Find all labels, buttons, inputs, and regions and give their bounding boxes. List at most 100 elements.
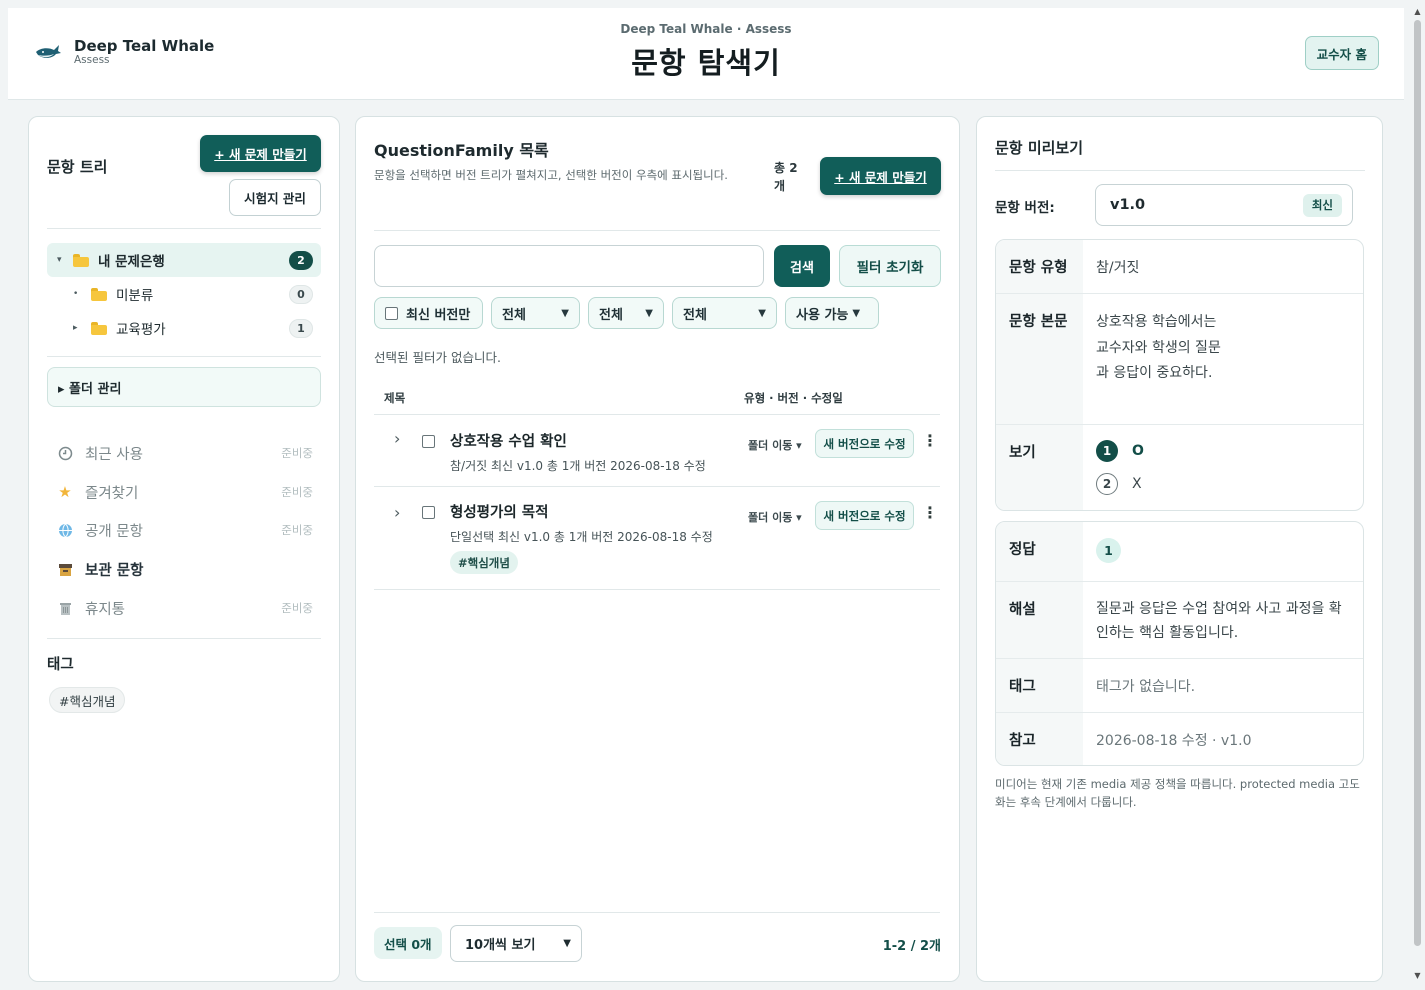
version-value: v1.0	[1110, 197, 1146, 213]
count-badge: 2	[289, 250, 313, 270]
row-title[interactable]: 상호작용 수업 확인	[450, 430, 567, 451]
nav-label: 보관 문항	[85, 562, 144, 579]
caret-right-icon[interactable]: ▸	[73, 323, 91, 333]
divider	[374, 230, 940, 231]
column-title: 제목	[384, 391, 406, 405]
count-badge: 1	[289, 318, 313, 338]
status-filter-select[interactable]: 사용 가능 ▼	[785, 297, 879, 329]
select-value: 전체	[683, 307, 707, 323]
explanation-row: 해설 질문과 응답은 수업 참여와 사고 과정을 확인하는 핵심 활동입니다.	[996, 581, 1363, 658]
tree-item-label: 미분류	[116, 288, 154, 304]
nav-archive[interactable]: 보관 문항	[57, 557, 313, 581]
chevron-right-icon[interactable]: ›	[394, 429, 400, 448]
folder-manage-toggle[interactable]: ▸ 폴더 관리	[47, 367, 321, 407]
type-filter-select[interactable]: 전체 ▼	[491, 297, 580, 329]
reference-value: 2026-08-18 수정 · v1.0	[1096, 733, 1252, 749]
body-row: 문항 본문 상호작용 학습에서는 교수자와 학생의 질문과 응답이 중요하다.	[996, 293, 1363, 424]
row-checkbox[interactable]	[422, 506, 435, 519]
new-problem-button[interactable]: + 새 문제 만들기	[200, 135, 321, 172]
latest-only-label: 최신 버전만	[406, 307, 471, 323]
scroll-down-icon[interactable]: ▼	[1413, 972, 1422, 980]
options-row: 보기 1 O 2 X	[996, 424, 1363, 510]
new-problem-button[interactable]: + 새 문제 만들기	[820, 157, 941, 195]
new-version-button[interactable]: 새 버전으로 수정	[815, 429, 914, 458]
app-header: Deep Teal Whale Assess Deep Teal Whale ·…	[8, 8, 1404, 100]
divider	[995, 170, 1365, 171]
tree-item-my-bank[interactable]: ▾ 내 문제은행 2	[47, 243, 321, 277]
scrollbar-thumb[interactable]	[1414, 20, 1421, 946]
select-value: 전체	[599, 307, 623, 323]
search-button[interactable]: 검색	[774, 245, 830, 287]
question-card: 문항 유형 참/거짓 문항 본문 상호작용 학습에서는 교수자와 학생의 질문과…	[995, 239, 1364, 511]
row-checkbox[interactable]	[422, 435, 435, 448]
chevron-right-icon[interactable]: ›	[394, 503, 400, 522]
type-row: 문항 유형 참/거짓	[996, 240, 1363, 293]
body-value: 상호작용 학습에서는 교수자와 학생의 질문과 응답이 중요하다.	[1096, 314, 1221, 381]
more-menu-icon[interactable]: ⋮	[922, 431, 938, 450]
row-tag[interactable]: #핵심개념	[450, 551, 518, 574]
exam-manage-button[interactable]: 시험지 관리	[229, 179, 321, 216]
coming-soon-label: 준비중	[281, 523, 313, 537]
table-row[interactable]: › 형성평가의 목적 단일선택 최신 v1.0 총 1개 버전 2026-08-…	[374, 486, 940, 590]
tags-title: 태그	[47, 657, 74, 673]
options-label: 보기	[996, 425, 1083, 510]
option-text: X	[1132, 476, 1142, 492]
option-text: O	[1132, 443, 1144, 459]
row-meta: 단일선택 최신 v1.0 총 1개 버전 2026-08-18 수정	[450, 530, 713, 544]
scroll-up-icon[interactable]: ▲	[1413, 8, 1422, 16]
page-title: 문항 탐색기	[631, 46, 781, 80]
chevron-down-icon: ▼	[758, 307, 766, 319]
question-list-panel: QuestionFamily 목록 문항을 선택하면 버전 트리가 펼쳐지고, …	[355, 116, 960, 982]
search-input[interactable]	[374, 245, 764, 287]
divider	[47, 228, 321, 229]
list-title: QuestionFamily 목록	[374, 141, 549, 160]
tree-item-label: 교육평가	[116, 322, 166, 338]
divider	[374, 589, 940, 590]
professor-home-button[interactable]: 교수자 홈	[1304, 36, 1379, 70]
body-label: 문항 본문	[996, 294, 1083, 424]
nav-label: 휴지통	[85, 601, 126, 618]
chevron-down-icon: ▼	[852, 307, 861, 319]
list-description: 문항을 선택하면 버전 트리가 펼쳐지고, 선택한 버전이 우측에 표시됩니다.	[374, 168, 728, 182]
row-meta: 참/거짓 최신 v1.0 총 1개 버전 2026-08-18 수정	[450, 459, 706, 473]
reference-label: 참고	[996, 713, 1083, 765]
checkbox[interactable]	[385, 306, 398, 320]
nav-label: 최근 사용	[85, 446, 143, 463]
type-value: 참/거짓	[1096, 260, 1140, 276]
nav-favorites[interactable]: ★ 즐겨찾기 준비중	[57, 480, 313, 504]
tag-filter-select[interactable]: 전체 ▼	[672, 297, 777, 329]
nav-recent[interactable]: 최근 사용 준비중	[57, 441, 313, 465]
folder-move-button[interactable]: 폴더 이동 ▾	[748, 437, 802, 453]
archive-icon	[57, 561, 73, 577]
latest-only-filter[interactable]: 최신 버전만	[374, 297, 483, 329]
more-menu-icon[interactable]: ⋮	[922, 503, 938, 522]
preview-title: 문항 미리보기	[995, 139, 1084, 157]
coming-soon-label: 준비중	[281, 446, 313, 460]
version-select[interactable]: v1.0 최신	[1095, 184, 1353, 226]
page-size-select[interactable]: 10개씩 보기 ▼	[450, 925, 582, 962]
row-title[interactable]: 형성평가의 목적	[450, 501, 548, 522]
tags-row: 태그 태그가 없습니다.	[996, 658, 1363, 712]
explanation-value: 질문과 응답은 수업 참여와 사고 과정을 확인하는 핵심 활동입니다.	[1096, 601, 1342, 641]
nav-label: 공개 문항	[85, 523, 143, 540]
folder-move-button[interactable]: 폴더 이동 ▾	[748, 509, 802, 525]
folder-filter-select[interactable]: 전체 ▼	[588, 297, 664, 329]
nav-trash[interactable]: 휴지통 준비중	[57, 596, 313, 620]
option-item: 2 X	[1096, 469, 1351, 499]
select-value: 전체	[502, 307, 526, 323]
clock-icon	[57, 445, 73, 461]
tree-item-unclassified[interactable]: • 미분류 0	[47, 280, 321, 308]
globe-icon	[57, 522, 73, 538]
bullet-icon: •	[73, 289, 79, 299]
answer-card: 정답 1 해설 질문과 응답은 수업 참여와 사고 과정을 확인하는 핵심 활동…	[995, 521, 1364, 766]
new-version-button[interactable]: 새 버전으로 수정	[815, 501, 914, 530]
table-row[interactable]: › 상호작용 수업 확인 참/거짓 최신 v1.0 총 1개 버전 2026-0…	[374, 414, 940, 486]
nav-public[interactable]: 공개 문항 준비중	[57, 518, 313, 542]
answer-badge: 1	[1096, 538, 1121, 563]
reference-row: 참고 2026-08-18 수정 · v1.0	[996, 712, 1363, 765]
tree-item-edu-eval[interactable]: ▸ 교육평가 1	[47, 314, 321, 342]
tag-pill[interactable]: #핵심개념	[49, 687, 126, 713]
reset-filter-button[interactable]: 필터 초기화	[839, 245, 941, 287]
page-scrollbar[interactable]: ▲ ▼	[1413, 8, 1422, 980]
question-tree-panel: 문항 트리 + 새 문제 만들기 시험지 관리 ▾ 내 문제은행 2 • 미분류…	[28, 116, 340, 982]
